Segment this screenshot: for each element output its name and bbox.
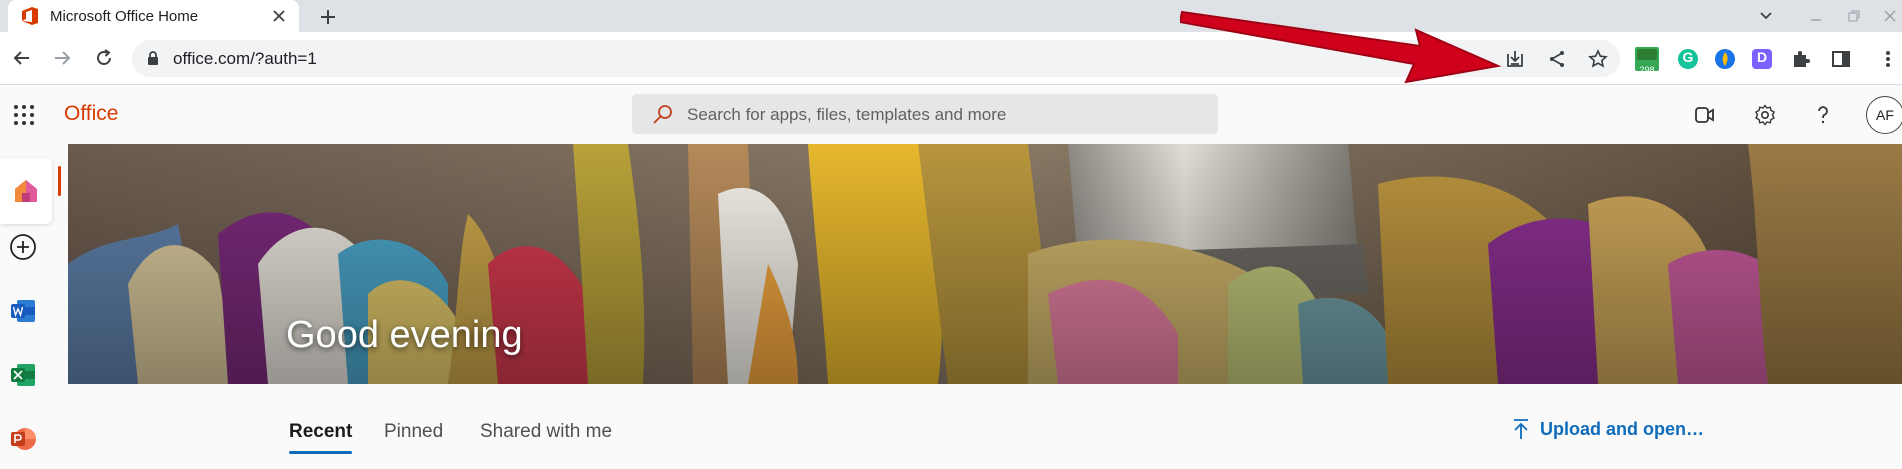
close-tab-icon[interactable] xyxy=(269,6,289,26)
rail-item-word[interactable] xyxy=(0,288,46,334)
tab-active-underline xyxy=(289,451,352,454)
teams-meet-icon[interactable] xyxy=(1690,100,1720,130)
avatar[interactable]: AF xyxy=(1866,96,1902,134)
browser-tab-strip: Microsoft Office Home xyxy=(0,0,1902,32)
extension-d-letter: D xyxy=(1756,49,1768,65)
app-launcher-icon[interactable] xyxy=(12,103,36,127)
add-circle-icon xyxy=(10,234,36,260)
hero-banner: Good evening xyxy=(68,144,1902,384)
reload-icon[interactable] xyxy=(92,46,116,70)
bookmark-star-icon[interactable] xyxy=(1587,48,1609,70)
upload-arrow-icon xyxy=(1514,419,1528,439)
rail-active-indicator xyxy=(58,166,61,196)
search-input[interactable]: Search for apps, files, templates and mo… xyxy=(632,94,1218,134)
browser-tab-title: Microsoft Office Home xyxy=(50,8,199,25)
browser-tab[interactable]: Microsoft Office Home xyxy=(8,0,299,32)
settings-gear-icon[interactable] xyxy=(1750,100,1780,130)
tab-search-icon[interactable] xyxy=(1756,6,1776,26)
word-icon xyxy=(11,300,35,322)
powerpoint-icon xyxy=(11,428,36,450)
chrome-menu-icon[interactable] xyxy=(1875,46,1901,72)
forward-icon[interactable] xyxy=(50,46,74,70)
search-icon xyxy=(652,103,674,130)
restore-icon[interactable] xyxy=(1844,6,1864,26)
office-header: Office Search for apps, files, templates… xyxy=(0,86,1902,144)
install-app-icon[interactable] xyxy=(1504,48,1526,70)
help-icon[interactable] xyxy=(1808,100,1838,130)
tab-recent[interactable]: Recent xyxy=(289,421,352,443)
rail-item-create[interactable] xyxy=(0,224,46,270)
back-icon[interactable] xyxy=(10,46,34,70)
office-favicon-icon xyxy=(22,7,38,25)
upload-label: Upload and open… xyxy=(1540,418,1704,439)
home-icon xyxy=(15,180,37,202)
side-panel-icon[interactable] xyxy=(1828,46,1854,72)
extension-badge-count: 298 xyxy=(1639,65,1655,75)
excel-icon xyxy=(11,364,35,386)
close-window-icon[interactable] xyxy=(1880,6,1900,26)
app-rail xyxy=(0,144,66,469)
grammarly-letter: G xyxy=(1682,49,1694,65)
tab-shared-with-me[interactable]: Shared with me xyxy=(480,421,612,443)
rail-item-powerpoint[interactable] xyxy=(0,416,46,462)
rail-item-home[interactable] xyxy=(0,158,52,224)
search-placeholder: Search for apps, files, templates and mo… xyxy=(687,105,1007,124)
extensions-puzzle-icon[interactable] xyxy=(1788,46,1814,72)
lock-icon[interactable] xyxy=(146,50,160,71)
share-icon[interactable] xyxy=(1546,48,1568,70)
tab-pinned[interactable]: Pinned xyxy=(384,421,443,443)
extension-flame-icon[interactable] xyxy=(1712,46,1738,72)
address-bar[interactable]: office.com/?auth=1 xyxy=(132,40,1620,77)
new-tab-icon[interactable] xyxy=(316,5,340,29)
rail-item-excel[interactable] xyxy=(0,352,46,398)
greeting-heading: Good evening xyxy=(286,314,523,356)
upload-and-open-button[interactable]: Upload and open… xyxy=(1512,418,1704,440)
address-url[interactable]: office.com/?auth=1 xyxy=(173,49,317,69)
minimize-icon[interactable] xyxy=(1806,6,1826,26)
office-brand[interactable]: Office xyxy=(64,102,118,126)
browser-toolbar: office.com/?auth=1 298 G D xyxy=(0,32,1902,85)
